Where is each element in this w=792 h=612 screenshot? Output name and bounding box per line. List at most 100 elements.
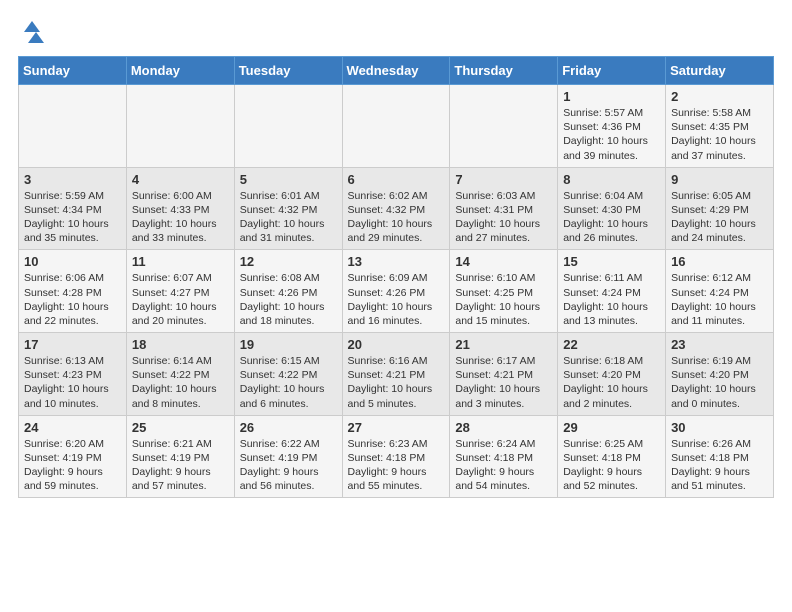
- day-cell: [126, 85, 234, 168]
- day-number: 11: [132, 254, 229, 269]
- day-number: 15: [563, 254, 660, 269]
- day-info: Sunrise: 5:59 AM Sunset: 4:34 PM Dayligh…: [24, 189, 121, 246]
- day-info: Sunrise: 6:19 AM Sunset: 4:20 PM Dayligh…: [671, 354, 768, 411]
- day-info: Sunrise: 5:57 AM Sunset: 4:36 PM Dayligh…: [563, 106, 660, 163]
- day-number: 10: [24, 254, 121, 269]
- day-number: 20: [348, 337, 445, 352]
- day-number: 13: [348, 254, 445, 269]
- header-tuesday: Tuesday: [234, 57, 342, 85]
- day-number: 22: [563, 337, 660, 352]
- day-cell: 18 Sunrise: 6:14 AM Sunset: 4:22 PM Dayli…: [126, 333, 234, 416]
- day-number: 19: [240, 337, 337, 352]
- day-info: Sunrise: 6:02 AM Sunset: 4:32 PM Dayligh…: [348, 189, 445, 246]
- day-number: 12: [240, 254, 337, 269]
- day-info: Sunrise: 6:09 AM Sunset: 4:26 PM Dayligh…: [348, 271, 445, 328]
- header: [18, 18, 774, 46]
- day-cell: [342, 85, 450, 168]
- day-info: Sunrise: 6:06 AM Sunset: 4:28 PM Dayligh…: [24, 271, 121, 328]
- day-info: Sunrise: 6:12 AM Sunset: 4:24 PM Dayligh…: [671, 271, 768, 328]
- day-info: Sunrise: 6:23 AM Sunset: 4:18 PM Dayligh…: [348, 437, 445, 494]
- day-cell: 2 Sunrise: 5:58 AM Sunset: 4:35 PM Daylig…: [666, 85, 774, 168]
- day-info: Sunrise: 6:13 AM Sunset: 4:23 PM Dayligh…: [24, 354, 121, 411]
- day-cell: 28Sunrise: 6:24 AM Sunset: 4:18 PM Dayli…: [450, 415, 558, 498]
- day-cell: 19 Sunrise: 6:15 AM Sunset: 4:22 PM Dayli…: [234, 333, 342, 416]
- day-number: 24: [24, 420, 121, 435]
- day-number: 27: [348, 420, 445, 435]
- page: SundayMondayTuesdayWednesdayThursdayFrid…: [0, 0, 792, 508]
- day-cell: 23 Sunrise: 6:19 AM Sunset: 4:20 PM Dayli…: [666, 333, 774, 416]
- day-cell: 17 Sunrise: 6:13 AM Sunset: 4:23 PM Dayli…: [19, 333, 127, 416]
- day-info: Sunrise: 5:58 AM Sunset: 4:35 PM Dayligh…: [671, 106, 768, 163]
- day-number: 4: [132, 172, 229, 187]
- day-number: 18: [132, 337, 229, 352]
- day-cell: 29Sunrise: 6:25 AM Sunset: 4:18 PM Dayli…: [558, 415, 666, 498]
- week-row-4: 17 Sunrise: 6:13 AM Sunset: 4:23 PM Dayli…: [19, 333, 774, 416]
- day-number: 9: [671, 172, 768, 187]
- day-info: Sunrise: 6:04 AM Sunset: 4:30 PM Dayligh…: [563, 189, 660, 246]
- day-number: 3: [24, 172, 121, 187]
- day-cell: [450, 85, 558, 168]
- day-number: 26: [240, 420, 337, 435]
- day-cell: 13 Sunrise: 6:09 AM Sunset: 4:26 PM Dayli…: [342, 250, 450, 333]
- day-number: 2: [671, 89, 768, 104]
- day-info: Sunrise: 6:18 AM Sunset: 4:20 PM Dayligh…: [563, 354, 660, 411]
- day-number: 30: [671, 420, 768, 435]
- day-info: Sunrise: 6:16 AM Sunset: 4:21 PM Dayligh…: [348, 354, 445, 411]
- day-cell: 15Sunrise: 6:11 AM Sunset: 4:24 PM Dayli…: [558, 250, 666, 333]
- calendar-table: SundayMondayTuesdayWednesdayThursdayFrid…: [18, 56, 774, 498]
- day-cell: [234, 85, 342, 168]
- day-info: Sunrise: 6:26 AM Sunset: 4:18 PM Dayligh…: [671, 437, 768, 494]
- day-cell: 21Sunrise: 6:17 AM Sunset: 4:21 PM Dayli…: [450, 333, 558, 416]
- day-number: 23: [671, 337, 768, 352]
- day-info: Sunrise: 6:00 AM Sunset: 4:33 PM Dayligh…: [132, 189, 229, 246]
- day-info: Sunrise: 6:05 AM Sunset: 4:29 PM Dayligh…: [671, 189, 768, 246]
- week-row-3: 10 Sunrise: 6:06 AM Sunset: 4:28 PM Dayli…: [19, 250, 774, 333]
- day-number: 17: [24, 337, 121, 352]
- day-info: Sunrise: 6:10 AM Sunset: 4:25 PM Dayligh…: [455, 271, 552, 328]
- day-cell: 16Sunrise: 6:12 AM Sunset: 4:24 PM Dayli…: [666, 250, 774, 333]
- day-cell: 11 Sunrise: 6:07 AM Sunset: 4:27 PM Dayli…: [126, 250, 234, 333]
- logo: [18, 18, 50, 46]
- calendar-header-row: SundayMondayTuesdayWednesdayThursdayFrid…: [19, 57, 774, 85]
- day-number: 25: [132, 420, 229, 435]
- day-info: Sunrise: 6:20 AM Sunset: 4:19 PM Dayligh…: [24, 437, 121, 494]
- day-info: Sunrise: 6:01 AM Sunset: 4:32 PM Dayligh…: [240, 189, 337, 246]
- day-cell: 3 Sunrise: 5:59 AM Sunset: 4:34 PM Daylig…: [19, 167, 127, 250]
- day-info: Sunrise: 6:17 AM Sunset: 4:21 PM Dayligh…: [455, 354, 552, 411]
- header-sunday: Sunday: [19, 57, 127, 85]
- day-info: Sunrise: 6:07 AM Sunset: 4:27 PM Dayligh…: [132, 271, 229, 328]
- day-info: Sunrise: 6:14 AM Sunset: 4:22 PM Dayligh…: [132, 354, 229, 411]
- day-cell: 4 Sunrise: 6:00 AM Sunset: 4:33 PM Daylig…: [126, 167, 234, 250]
- week-row-5: 24 Sunrise: 6:20 AM Sunset: 4:19 PM Dayli…: [19, 415, 774, 498]
- day-number: 14: [455, 254, 552, 269]
- day-number: 5: [240, 172, 337, 187]
- logo-icon: [18, 18, 46, 46]
- day-cell: 6 Sunrise: 6:02 AM Sunset: 4:32 PM Daylig…: [342, 167, 450, 250]
- day-info: Sunrise: 6:03 AM Sunset: 4:31 PM Dayligh…: [455, 189, 552, 246]
- day-cell: 5 Sunrise: 6:01 AM Sunset: 4:32 PM Daylig…: [234, 167, 342, 250]
- day-cell: 10 Sunrise: 6:06 AM Sunset: 4:28 PM Dayli…: [19, 250, 127, 333]
- day-cell: 20 Sunrise: 6:16 AM Sunset: 4:21 PM Dayli…: [342, 333, 450, 416]
- day-cell: 24 Sunrise: 6:20 AM Sunset: 4:19 PM Dayli…: [19, 415, 127, 498]
- day-info: Sunrise: 6:15 AM Sunset: 4:22 PM Dayligh…: [240, 354, 337, 411]
- day-cell: 26 Sunrise: 6:22 AM Sunset: 4:19 PM Dayli…: [234, 415, 342, 498]
- day-cell: 9 Sunrise: 6:05 AM Sunset: 4:29 PM Daylig…: [666, 167, 774, 250]
- day-cell: 30 Sunrise: 6:26 AM Sunset: 4:18 PM Dayli…: [666, 415, 774, 498]
- day-number: 29: [563, 420, 660, 435]
- week-row-2: 3 Sunrise: 5:59 AM Sunset: 4:34 PM Daylig…: [19, 167, 774, 250]
- day-cell: 8 Sunrise: 6:04 AM Sunset: 4:30 PM Daylig…: [558, 167, 666, 250]
- day-info: Sunrise: 6:21 AM Sunset: 4:19 PM Dayligh…: [132, 437, 229, 494]
- day-number: 8: [563, 172, 660, 187]
- day-cell: 14 Sunrise: 6:10 AM Sunset: 4:25 PM Dayli…: [450, 250, 558, 333]
- day-number: 28: [455, 420, 552, 435]
- day-cell: 22 Sunrise: 6:18 AM Sunset: 4:20 PM Dayli…: [558, 333, 666, 416]
- day-cell: 7Sunrise: 6:03 AM Sunset: 4:31 PM Daylig…: [450, 167, 558, 250]
- day-info: Sunrise: 6:22 AM Sunset: 4:19 PM Dayligh…: [240, 437, 337, 494]
- day-cell: 27 Sunrise: 6:23 AM Sunset: 4:18 PM Dayli…: [342, 415, 450, 498]
- day-cell: [19, 85, 127, 168]
- week-row-1: 1Sunrise: 5:57 AM Sunset: 4:36 PM Daylig…: [19, 85, 774, 168]
- header-monday: Monday: [126, 57, 234, 85]
- header-wednesday: Wednesday: [342, 57, 450, 85]
- day-number: 6: [348, 172, 445, 187]
- header-friday: Friday: [558, 57, 666, 85]
